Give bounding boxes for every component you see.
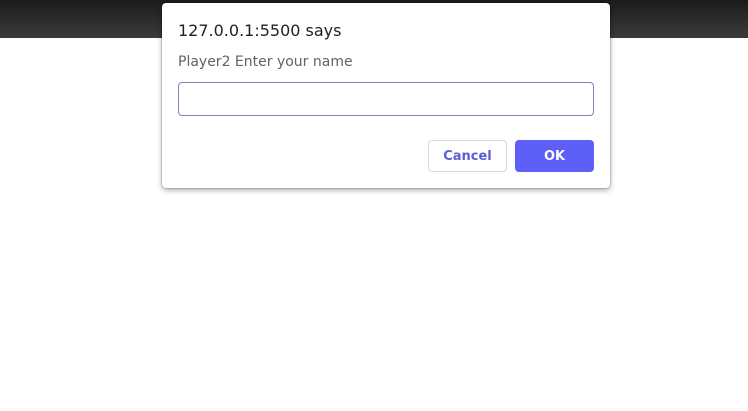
prompt-dialog: 127.0.0.1:5500 says Player2 Enter your n… xyxy=(162,3,610,188)
dialog-title: 127.0.0.1:5500 says xyxy=(178,21,342,40)
dialog-message: Player2 Enter your name xyxy=(178,54,353,70)
ok-button[interactable]: OK xyxy=(515,140,594,172)
cancel-button[interactable]: Cancel xyxy=(428,140,507,172)
name-input[interactable] xyxy=(178,82,594,116)
